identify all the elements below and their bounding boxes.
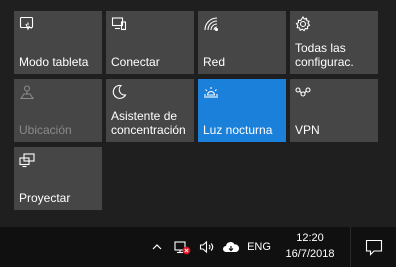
notification-center-button[interactable] xyxy=(350,227,396,267)
tile-network[interactable]: Red xyxy=(198,11,286,74)
tablet-mode-icon xyxy=(19,16,34,31)
clock-time: 12:20 xyxy=(296,232,324,244)
tile-label: Ubicación xyxy=(19,123,72,137)
input-language-indicator[interactable]: ENG xyxy=(242,227,276,267)
notification-center-icon xyxy=(365,239,382,256)
tile-label: Modo tableta xyxy=(19,55,89,69)
tile-label: Conectar xyxy=(111,55,160,69)
tile-label: Luz nocturna xyxy=(203,123,273,137)
tile-label: Todas las configurac. xyxy=(295,41,354,69)
settings-icon xyxy=(295,16,311,32)
tile-tablet-mode[interactable]: Modo tableta xyxy=(14,11,102,74)
tile-focus-assist[interactable]: Asistente de concentración xyxy=(106,79,194,142)
tile-all-settings[interactable]: Todas las configurac. xyxy=(290,11,378,74)
action-center-panel: Modo tableta Conectar Red Todas las conf… xyxy=(0,0,396,227)
tile-label: Red xyxy=(203,55,226,69)
network-icon xyxy=(204,17,219,32)
tile-project[interactable]: Proyectar xyxy=(14,147,102,210)
connect-icon xyxy=(111,17,127,31)
tile-label: Asistente de concentración xyxy=(111,109,186,137)
network-status-button[interactable] xyxy=(170,227,194,267)
onedrive-icon xyxy=(223,242,240,252)
tile-label: VPN xyxy=(295,123,320,137)
screen: Modo tableta Conectar Red Todas las conf… xyxy=(0,0,396,267)
taskbar: ENG 12:20 16/7/2018 xyxy=(0,227,396,267)
show-hidden-icons-button[interactable] xyxy=(148,227,166,267)
tile-vpn[interactable]: VPN xyxy=(290,79,378,142)
night-light-icon xyxy=(204,87,218,98)
tile-label: Proyectar xyxy=(19,191,71,205)
tile-location[interactable]: Ubicación xyxy=(14,79,102,142)
tile-night-light[interactable]: Luz nocturna xyxy=(198,79,286,142)
onedrive-button[interactable] xyxy=(220,227,242,267)
volume-button[interactable] xyxy=(196,227,218,267)
clock-date: 16/7/2018 xyxy=(285,248,335,260)
vpn-icon xyxy=(295,87,311,97)
tile-connect[interactable]: Conectar xyxy=(106,11,194,74)
clock[interactable]: 12:20 16/7/2018 xyxy=(280,230,340,264)
project-icon xyxy=(19,153,35,168)
location-icon xyxy=(19,85,35,100)
volume-icon xyxy=(199,240,214,254)
moon-icon xyxy=(112,84,127,99)
chevron-up-icon xyxy=(152,244,162,250)
network-disconnected-icon xyxy=(174,241,191,255)
